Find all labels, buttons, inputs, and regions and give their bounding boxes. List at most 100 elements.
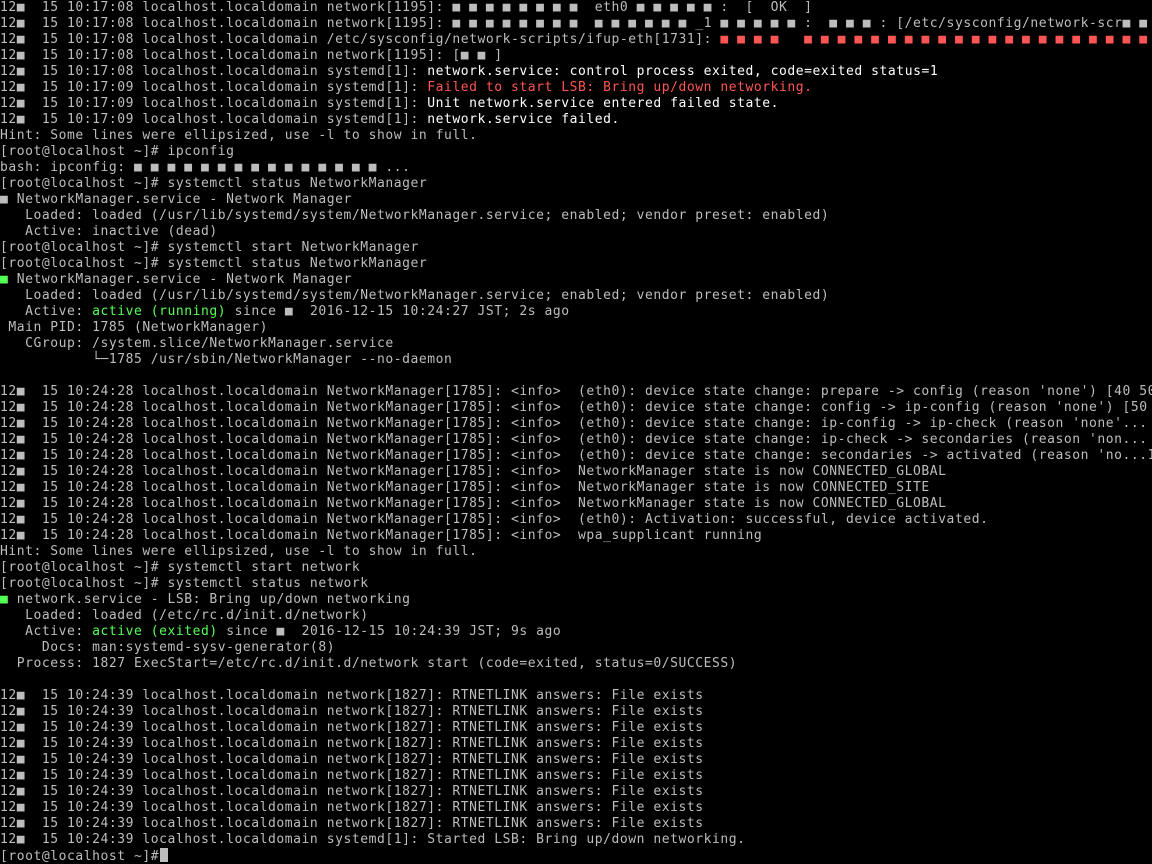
terminal-line: 12■ 15 10:24:39 localhost.localdomain ne… [0,752,1152,768]
terminal-text-segment: 12■ 15 10:24:39 localhost.localdomain ne… [0,768,704,783]
terminal-text-segment: 12■ 15 10:17:08 localhost.localdomain /e… [0,32,721,47]
terminal-text-segment: Active: [0,624,93,639]
terminal-text-segment: Failed to start LSB: Bring up/down netwo… [427,80,813,95]
terminal-line: 12■ 15 10:17:08 localhost.localdomain /e… [0,32,1152,48]
terminal-text-segment: active (exited) [92,624,218,639]
terminal-text-segment: [root@localhost ~]# systemctl start netw… [0,560,361,575]
terminal-text-segment: network.service: control process exited,… [427,64,939,79]
terminal-text-segment: 12■ 15 10:24:39 localhost.localdomain sy… [0,832,746,847]
terminal-line: Hint: Some lines were ellipsized, use -l… [0,128,1152,144]
terminal-text-segment: 12■ 15 10:24:39 localhost.localdomain ne… [0,704,704,719]
terminal-text-segment: since ■ 2016-12-15 10:24:39 JST; 9s ago [217,624,562,639]
terminal-line: 12■ 15 10:24:39 localhost.localdomain ne… [0,720,1152,736]
terminal-line: 12■ 15 10:24:39 localhost.localdomain ne… [0,736,1152,752]
terminal-text-segment: [root@localhost ~]# [0,849,160,864]
terminal-line: Docs: man:systemd-sysv-generator(8) [0,640,1152,656]
text-cursor [160,848,169,862]
terminal-line: Loaded: loaded (/usr/lib/systemd/system/… [0,208,1152,224]
terminal-text-segment: Loaded: loaded (/etc/rc.d/init.d/network… [0,608,369,623]
terminal-line: bash: ipconfig: ■ ■ ■ ■ ■ ■ ■ ■ ■ ■ ■ ■ … [0,160,1152,176]
terminal-line: 12■ 15 10:24:28 localhost.localdomain Ne… [0,384,1152,400]
terminal-text-segment: Process: 1827 ExecStart=/etc/rc.d/init.d… [0,656,738,671]
terminal-text-segment: 12■ 15 10:17:09 localhost.localdomain sy… [0,112,428,127]
terminal-line: 12■ 15 10:17:09 localhost.localdomain sy… [0,96,1152,112]
terminal-text-segment: 12■ 15 10:17:09 localhost.localdomain sy… [0,80,428,95]
terminal-text-segment: 12■ 15 10:24:39 localhost.localdomain ne… [0,784,704,799]
terminal-line: Active: inactive (dead) [0,224,1152,240]
terminal-text-segment: [root@localhost ~]# ipconfig [0,144,235,159]
terminal-line: 12■ 15 10:24:28 localhost.localdomain Ne… [0,416,1152,432]
terminal-text-segment: 12■ 15 10:24:28 localhost.localdomain Ne… [0,512,989,527]
terminal-text-segment: [root@localhost ~]# systemctl status Net… [0,256,428,271]
terminal-text-segment: 12■ 15 10:24:28 localhost.localdomain Ne… [0,528,763,543]
terminal-text-segment: 12■ 15 10:17:08 localhost.localdomain sy… [0,64,428,79]
terminal-text-segment: Docs: man:systemd-sysv-generator(8) [0,640,336,655]
terminal-line: 12■ 15 10:24:28 localhost.localdomain Ne… [0,480,1152,496]
terminal-text-segment: active (running) [92,304,227,319]
terminal-text-segment: ■ NetworkManager.service - Network Manag… [0,192,352,207]
terminal-text-segment: Active: [0,304,93,319]
terminal-line: [root@localhost ~]# systemctl status net… [0,576,1152,592]
terminal-line: 12■ 15 10:24:39 localhost.localdomain ne… [0,704,1152,720]
terminal-text-segment: 12■ 15 10:24:28 localhost.localdomain Ne… [0,448,1152,463]
terminal-line: [root@localhost ~]# systemctl start Netw… [0,240,1152,256]
terminal-text-segment: Hint: Some lines were ellipsized, use -l… [0,128,478,143]
terminal-line: [root@localhost ~]# ipconfig [0,144,1152,160]
terminal-line: 12■ 15 10:17:09 localhost.localdomain sy… [0,80,1152,96]
terminal-text-segment: 12■ 15 10:24:28 localhost.localdomain Ne… [0,416,1152,431]
terminal-line: 12■ 15 10:24:39 localhost.localdomain ne… [0,688,1152,704]
terminal-line: 12■ 15 10:17:08 localhost.localdomain ne… [0,48,1152,64]
terminal-text-segment: 12■ 15 10:24:28 localhost.localdomain Ne… [0,480,930,495]
terminal-line: Active: active (running) since ■ 2016-12… [0,304,1152,320]
terminal-line: 12■ 15 10:24:39 localhost.localdomain ne… [0,800,1152,816]
terminal-line: 12■ 15 10:24:28 localhost.localdomain Ne… [0,432,1152,448]
terminal-text-segment: since ■ 2016-12-15 10:24:27 JST; 2s ago [226,304,570,319]
terminal-console[interactable]: 12■ 15 10:17:08 localhost.localdomain ne… [0,0,1152,864]
terminal-line: 12■ 15 10:24:39 localhost.localdomain ne… [0,768,1152,784]
terminal-text-segment: 12■ 15 10:17:08 localhost.localdomain ne… [0,0,813,15]
terminal-line: 12■ 15 10:24:28 localhost.localdomain Ne… [0,400,1152,416]
terminal-text-segment: 12■ 15 10:17:08 localhost.localdomain ne… [0,48,503,63]
terminal-text-segment: 12■ 15 10:24:28 localhost.localdomain Ne… [0,464,947,479]
terminal-line: 12■ 15 10:24:28 localhost.localdomain Ne… [0,448,1152,464]
terminal-text-segment: network.service failed. [427,112,620,127]
terminal-text-segment: 12■ 15 10:24:39 localhost.localdomain ne… [0,800,704,815]
terminal-line: Active: active (exited) since ■ 2016-12-… [0,624,1152,640]
terminal-line: [root@localhost ~]# systemctl start netw… [0,560,1152,576]
terminal-text-segment: 12■ 15 10:24:39 localhost.localdomain ne… [0,720,704,735]
terminal-line: ■ NetworkManager.service - Network Manag… [0,272,1152,288]
terminal-text-segment: Hint: Some lines were ellipsized, use -l… [0,544,478,559]
terminal-text-segment: 12■ 15 10:24:28 localhost.localdomain Ne… [0,400,1152,415]
terminal-line: Process: 1827 ExecStart=/etc/rc.d/init.d… [0,656,1152,672]
terminal-text-segment: 12■ 15 10:24:28 localhost.localdomain Ne… [0,432,1152,447]
terminal-text-segment: Loaded: loaded (/usr/lib/systemd/system/… [0,208,830,223]
terminal-line: ■ network.service - LSB: Bring up/down n… [0,592,1152,608]
terminal-text-segment: 12■ 15 10:24:39 localhost.localdomain ne… [0,736,704,751]
terminal-line: 12■ 15 10:24:28 localhost.localdomain Ne… [0,528,1152,544]
terminal-line: Hint: Some lines were ellipsized, use -l… [0,544,1152,560]
terminal-line: 12■ 15 10:17:08 localhost.localdomain sy… [0,64,1152,80]
terminal-line: ■ NetworkManager.service - Network Manag… [0,192,1152,208]
terminal-text-segment: 12■ 15 10:24:28 localhost.localdomain Ne… [0,496,947,511]
terminal-line: CGroup: /system.slice/NetworkManager.ser… [0,336,1152,352]
terminal-line: [root@localhost ~]# systemctl status Net… [0,256,1152,272]
terminal-text-segment: 12■ 15 10:24:28 localhost.localdomain Ne… [0,384,1152,399]
terminal-line: 12■ 15 10:17:08 localhost.localdomain ne… [0,0,1152,16]
terminal-line: 12■ 15 10:24:28 localhost.localdomain Ne… [0,464,1152,480]
terminal-text-segment: [root@localhost ~]# systemctl start Netw… [0,240,419,255]
terminal-line: 12■ 15 10:24:39 localhost.localdomain ne… [0,784,1152,800]
terminal-text-segment: Unit network.service entered failed stat… [427,96,780,111]
terminal-text-segment: 12■ 15 10:24:39 localhost.localdomain ne… [0,688,704,703]
terminal-text-segment: network.service - LSB: Bring up/down net… [8,592,411,607]
terminal-text-segment: bash: ipconfig: ■ ■ ■ ■ ■ ■ ■ ■ ■ ■ ■ ■ … [0,160,411,175]
shell-prompt-line[interactable]: [root@localhost ~]# [0,848,1152,864]
terminal-text-segment: CGroup: /system.slice/NetworkManager.ser… [0,336,394,351]
terminal-line: └─1785 /usr/sbin/NetworkManager --no-dae… [0,352,1152,368]
terminal-line: Loaded: loaded (/etc/rc.d/init.d/network… [0,608,1152,624]
terminal-text-segment: 12■ 15 10:24:39 localhost.localdomain ne… [0,752,704,767]
terminal-text-segment: 12■ 15 10:17:08 localhost.localdomain ne… [0,16,1152,31]
terminal-text-segment: [root@localhost ~]# systemctl status net… [0,576,369,591]
terminal-text-segment: NetworkManager.service - Network Manager [8,272,352,287]
